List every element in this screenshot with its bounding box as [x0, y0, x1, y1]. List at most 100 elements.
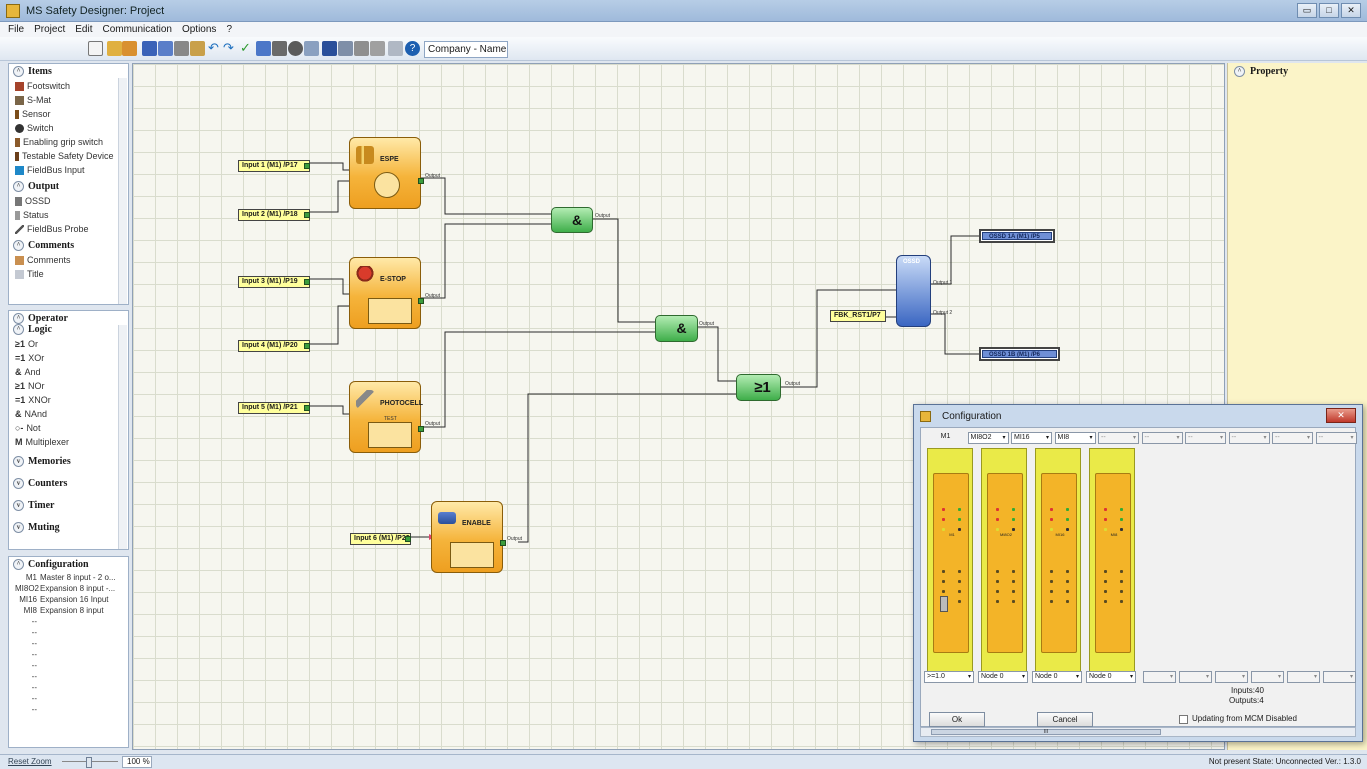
logic-nor[interactable]: ≥1 NOr [9, 379, 128, 393]
output-terminal[interactable] [500, 540, 506, 546]
module-2[interactable]: MI8O2 [981, 448, 1027, 678]
undo-icon[interactable]: ↶ [208, 41, 223, 56]
print-icon[interactable] [174, 41, 189, 56]
menu-help[interactable]: ? [226, 22, 232, 37]
feedback-input-block[interactable]: FBK_RST1/P7 [830, 310, 886, 322]
slot-select-5[interactable]: -- ▾ [1098, 432, 1139, 444]
collapse-icon[interactable]: ^ [13, 324, 24, 335]
output-terminal[interactable] [304, 212, 310, 218]
e-stop-block[interactable]: E-STOP [349, 257, 424, 329]
module-3[interactable]: MI16 [1035, 448, 1081, 678]
output-terminal[interactable] [418, 426, 424, 432]
scroll-thumb[interactable]: III [931, 729, 1161, 735]
config-icon[interactable] [370, 41, 385, 56]
photocell-block[interactable]: PHOTOCELL TEST [349, 381, 424, 453]
slot-select-7[interactable]: -- ▾ [1185, 432, 1226, 444]
input-block-2[interactable]: Input 2 (M1) /P18 [238, 209, 310, 221]
collapse-icon[interactable]: ^ [13, 559, 24, 570]
logic-nand[interactable]: & NAnd [9, 407, 128, 421]
firmware-select[interactable]: >=1.0 ▾ [924, 671, 974, 683]
expand-icon[interactable]: v [13, 456, 24, 467]
report-icon[interactable] [322, 41, 337, 56]
config-row[interactable]: -- [9, 660, 128, 671]
slot-select-8[interactable]: -- ▾ [1228, 432, 1270, 444]
config-row[interactable]: -- [9, 627, 128, 638]
config-row[interactable]: -- [9, 638, 128, 649]
config-row[interactable]: MI8O2 Expansion 8 input -... [9, 583, 128, 594]
node-select-empty[interactable]: ▾ [1287, 671, 1320, 683]
config-row[interactable]: -- [9, 682, 128, 693]
probe-icon[interactable] [304, 41, 319, 56]
minimize-icon[interactable]: ▭ [1297, 3, 1317, 18]
config-row[interactable]: -- [9, 616, 128, 627]
timer-section[interactable]: Timer [28, 500, 54, 511]
enable-block[interactable]: ENABLE [431, 501, 506, 573]
output-terminal[interactable] [304, 343, 310, 349]
zoom-slider-thumb[interactable] [86, 757, 92, 768]
log-icon[interactable] [354, 41, 369, 56]
item-enabling-grip-switch[interactable]: Enabling grip switch [9, 135, 128, 149]
connect-icon[interactable] [256, 41, 271, 56]
logic-xor[interactable]: =1 XOr [9, 351, 128, 365]
validate-icon[interactable]: ✓ [240, 41, 255, 56]
save-icon[interactable] [142, 41, 157, 56]
input-block-6[interactable]: Input 6 (M1) /P22 [350, 533, 411, 545]
input-block-5[interactable]: Input 5 (M1) /P21 [238, 402, 310, 414]
new-project-icon[interactable] [88, 41, 103, 56]
item-ossd[interactable]: OSSD [9, 194, 128, 208]
output-terminal[interactable] [418, 178, 424, 184]
module-4[interactable]: MI8 [1089, 448, 1135, 678]
logic-and[interactable]: & And [9, 365, 128, 379]
and-gate-2[interactable]: & [655, 315, 698, 342]
config-row[interactable]: M1 Master 8 input - 2 o... [9, 572, 128, 583]
item-sensor[interactable]: Sensor [9, 107, 128, 121]
ossd-1a-output[interactable]: OSSD 1A (M1) /P5 [979, 229, 1055, 243]
collapse-icon[interactable]: ^ [1234, 66, 1245, 77]
collapse-icon[interactable]: ^ [13, 66, 24, 77]
slot-select-3[interactable]: MI16 ▾ [1011, 432, 1052, 444]
counters-section[interactable]: Counters [28, 478, 67, 489]
input-block-3[interactable]: Input 3 (M1) /P19 [238, 276, 310, 288]
slot-select-9[interactable]: -- ▾ [1272, 432, 1313, 444]
config-row[interactable]: -- [9, 671, 128, 682]
logic-xnor[interactable]: =1 XNOr [9, 393, 128, 407]
config-row[interactable]: -- [9, 704, 128, 715]
expand-icon[interactable]: v [13, 522, 24, 533]
cancel-button[interactable]: Cancel [1037, 712, 1093, 727]
memories-section[interactable]: Memories [28, 456, 71, 467]
slot-select-10[interactable]: -- ▾ [1315, 432, 1357, 444]
node-select-3[interactable]: Node 0 ▾ [1086, 671, 1136, 683]
item-fieldbus-probe[interactable]: FieldBus Probe [9, 222, 128, 236]
menu-file[interactable]: File [8, 22, 24, 37]
node-select-empty[interactable]: ▾ [1179, 671, 1212, 683]
menu-project[interactable]: Project [34, 22, 65, 37]
monitor-icon[interactable] [288, 41, 303, 56]
redo-icon[interactable]: ↷ [223, 41, 238, 56]
company-name-field[interactable]: Company - Name [424, 41, 508, 58]
output-terminal[interactable] [304, 405, 310, 411]
output-terminal[interactable] [304, 163, 310, 169]
node-select-empty[interactable]: ▾ [1143, 671, 1176, 683]
item-comments[interactable]: Comments [9, 253, 128, 267]
menu-options[interactable]: Options [182, 22, 216, 37]
ossd-1b-output[interactable]: OSSD 1B (M1) /P6 [979, 347, 1060, 361]
updating-checkbox[interactable] [1179, 715, 1188, 724]
close-icon[interactable]: ✕ [1341, 3, 1361, 18]
config-row[interactable]: MI8 Expansion 8 input [9, 605, 128, 616]
config-row[interactable]: -- [9, 649, 128, 660]
collapse-icon[interactable]: ^ [13, 313, 24, 324]
item-switch[interactable]: Switch [9, 121, 128, 135]
send-icon[interactable] [272, 41, 287, 56]
slot-select-6[interactable]: -- ▾ [1141, 432, 1183, 444]
input-block-4[interactable]: Input 4 (M1) /P20 [238, 340, 310, 352]
slot-select-4[interactable]: MI8 ▾ [1054, 432, 1096, 444]
node-select-empty[interactable]: ▾ [1215, 671, 1248, 683]
config-row[interactable]: -- [9, 693, 128, 704]
zoom-field[interactable]: 100 % [122, 756, 152, 768]
node-select-2[interactable]: Node 0 ▾ [1032, 671, 1082, 683]
slot-select-2[interactable]: MI8O2 ▾ [967, 432, 1009, 444]
node-select-empty[interactable]: ▾ [1323, 671, 1356, 683]
item-status[interactable]: Status [9, 208, 128, 222]
module-1[interactable]: M1 [927, 448, 973, 678]
save-as-icon[interactable] [158, 41, 173, 56]
